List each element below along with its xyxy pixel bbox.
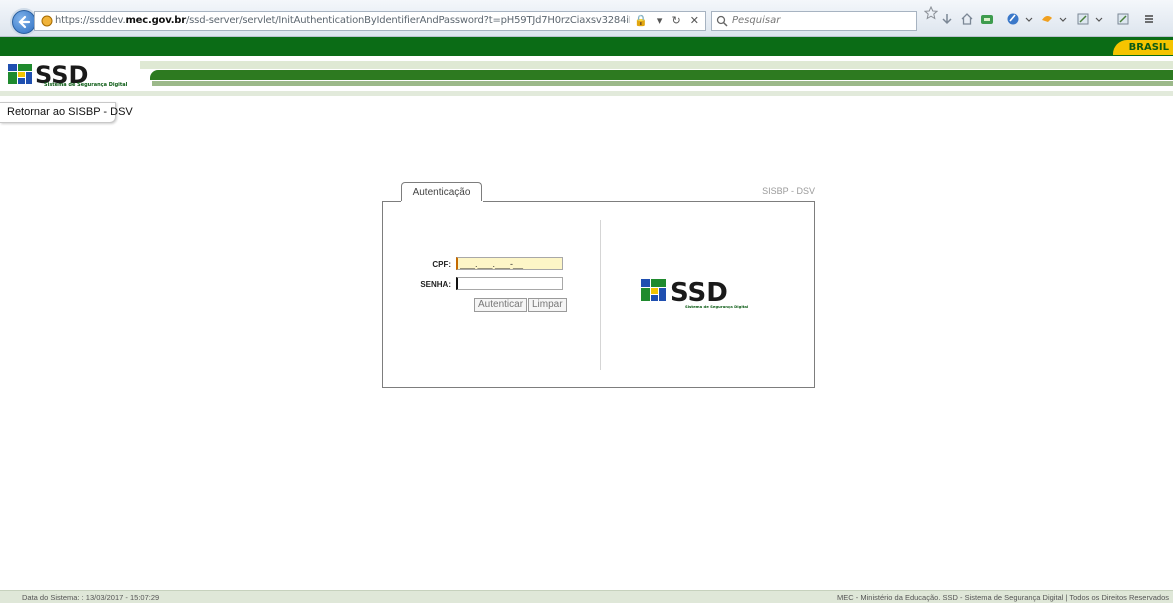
chevron-down-icon[interactable] xyxy=(1022,12,1036,26)
edit-icon[interactable] xyxy=(1116,12,1130,26)
addon-green-icon[interactable] xyxy=(980,12,994,26)
return-to-sisbp-link[interactable]: Retornar ao SISBP - DSV xyxy=(0,102,133,123)
footer: Data do Sistema: : 13/03/2017 - 15:07:29… xyxy=(0,590,1173,603)
banner-stripe xyxy=(152,81,1173,86)
panel-divider xyxy=(600,220,601,370)
dropdown-arrow-icon[interactable]: ▾ xyxy=(657,15,663,27)
close-icon[interactable]: ✕ xyxy=(690,15,699,27)
banner-stripe xyxy=(0,91,1173,96)
gov-bar: BRASIL xyxy=(0,37,1173,56)
cpf-label: CPF: xyxy=(432,260,451,269)
url-text[interactable]: https://ssddev.mec.gov.br/ssd-server/ser… xyxy=(55,15,630,26)
address-bar[interactable]: https://ssddev.mec.gov.br/ssd-server/ser… xyxy=(34,11,706,31)
url-domain: mec.gov.br xyxy=(125,15,186,26)
browser-chrome: https://ssddev.mec.gov.br/ssd-server/ser… xyxy=(0,0,1173,37)
back-arrow-icon xyxy=(18,15,31,29)
header-banner: SSD Sistema de Segurança Digital xyxy=(0,56,1173,96)
authenticate-button[interactable]: Autenticar xyxy=(474,298,528,312)
password-field[interactable] xyxy=(456,277,563,290)
copyright-text: MEC - Ministério da Educação. SSD - Sist… xyxy=(837,593,1169,602)
banner-stripe xyxy=(150,70,1173,80)
brasil-badge[interactable]: BRASIL xyxy=(1113,40,1173,55)
lock-icon[interactable]: 🔒 xyxy=(634,15,648,27)
search-bar[interactable]: Pesquisar xyxy=(711,11,917,31)
chevron-down-icon[interactable] xyxy=(1056,12,1070,26)
cpf-field[interactable] xyxy=(456,257,563,270)
logo-subtitle: Sistema de Segurança Digital xyxy=(44,82,128,88)
notes-icon[interactable] xyxy=(1076,12,1090,26)
tab-authentication[interactable]: Autenticação xyxy=(401,182,482,202)
auth-panel: CPF: SENHA: Autenticar Limpar SSD Sistem… xyxy=(382,201,815,388)
menu-icon[interactable] xyxy=(1142,12,1156,26)
addon-blue-icon[interactable] xyxy=(1006,12,1020,26)
back-button[interactable] xyxy=(12,10,36,34)
search-icon xyxy=(716,15,728,27)
download-icon[interactable] xyxy=(940,12,954,26)
clear-button[interactable]: Limpar xyxy=(528,298,567,312)
addon-orange-icon[interactable] xyxy=(1040,12,1054,26)
system-date: Data do Sistema: : 13/03/2017 - 15:07:29 xyxy=(22,593,160,602)
panel-logo-subtitle: Sistema de Segurança Digital xyxy=(685,304,749,309)
chevron-down-icon[interactable] xyxy=(1092,12,1106,26)
banner-stripe xyxy=(140,61,1173,69)
search-placeholder: Pesquisar xyxy=(732,15,781,26)
system-label: SISBP - DSV xyxy=(762,186,815,196)
home-icon[interactable] xyxy=(960,12,974,26)
star-icon[interactable] xyxy=(924,6,938,20)
reload-icon[interactable]: ↻ xyxy=(672,15,681,27)
site-identity-icon[interactable] xyxy=(41,15,53,27)
senha-label: SENHA: xyxy=(420,280,451,289)
